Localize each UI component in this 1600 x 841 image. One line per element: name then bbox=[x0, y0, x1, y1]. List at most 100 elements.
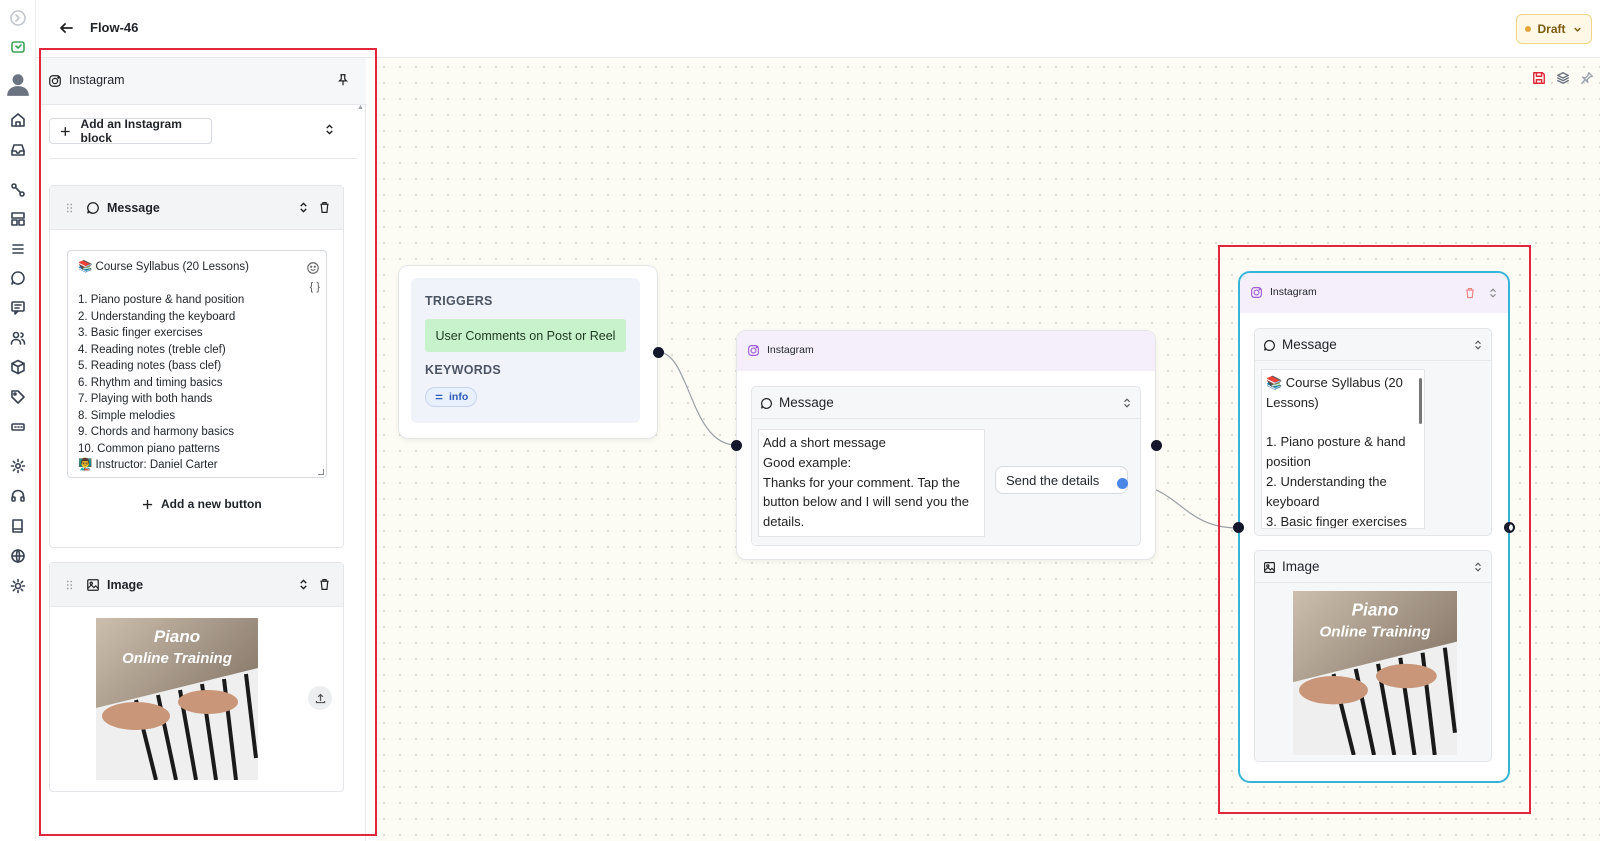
message-line: 📚 Course Syllabus (20 bbox=[1266, 375, 1403, 390]
chevron-up-down-icon[interactable] bbox=[1122, 398, 1132, 408]
inbox-icon[interactable] bbox=[8, 140, 28, 160]
message-line: 5. Reading notes (bass clef) bbox=[78, 360, 222, 372]
arrow-left-icon[interactable] bbox=[58, 20, 76, 38]
add-new-button[interactable]: Add a new button bbox=[142, 497, 262, 511]
keyword-badge[interactable]: info bbox=[425, 387, 478, 407]
trash-icon[interactable] bbox=[318, 201, 331, 214]
chevron-up-down-icon[interactable] bbox=[298, 202, 309, 213]
avatar[interactable] bbox=[4, 70, 32, 98]
layers-icon[interactable] bbox=[1556, 71, 1570, 85]
keywords-label: KEYWORDS bbox=[425, 363, 502, 377]
list-icon[interactable] bbox=[8, 239, 28, 259]
send-details-button[interactable]: Send the details bbox=[995, 466, 1128, 494]
trash-icon[interactable] bbox=[1464, 287, 1476, 299]
message-line: button below and I will send you the bbox=[763, 494, 969, 510]
scroll-up-arrow[interactable]: ▲ bbox=[357, 104, 364, 111]
right-output-port[interactable] bbox=[1504, 522, 1515, 533]
middle-output-port[interactable] bbox=[1151, 440, 1162, 451]
collapse-icon[interactable] bbox=[8, 8, 28, 28]
instagram-icon bbox=[49, 75, 61, 87]
chevron-up-down-icon[interactable] bbox=[1473, 562, 1483, 572]
chat-icon[interactable] bbox=[8, 268, 28, 288]
node-title: Instagram bbox=[767, 344, 814, 356]
message-line: Thanks for your comment. Tap the bbox=[763, 474, 961, 490]
trigger-output-port[interactable] bbox=[653, 347, 664, 358]
message-icon bbox=[1264, 340, 1275, 351]
chevron-up-down-icon[interactable] bbox=[1488, 288, 1498, 298]
image-icon bbox=[87, 579, 99, 591]
message-line: 2. Understanding the keyboard bbox=[78, 310, 236, 323]
canvas-toolbar bbox=[1532, 71, 1594, 85]
block-editor-panel: Instagram ▲ Add an Instagram block Messa… bbox=[40, 58, 366, 841]
message-line: 8. Simple melodies bbox=[78, 409, 176, 422]
message-line: 2. Understanding the bbox=[1266, 473, 1387, 489]
trigger-value[interactable]: User Comments on Post or Reel bbox=[425, 319, 626, 352]
save-icon[interactable] bbox=[1532, 71, 1546, 85]
headset-icon[interactable] bbox=[8, 486, 28, 506]
message-line: 4. Reading notes (treble clef) bbox=[78, 343, 226, 356]
comments-icon[interactable] bbox=[8, 298, 28, 318]
message-line: Lessons) bbox=[1266, 394, 1319, 410]
variables-button[interactable]: { } bbox=[310, 279, 320, 296]
image-caption-1: Piano bbox=[1352, 599, 1399, 619]
right-input-port[interactable] bbox=[1233, 522, 1244, 533]
chevron-up-down-icon[interactable] bbox=[298, 579, 309, 590]
message-line: 1. Piano posture & hand bbox=[1266, 434, 1406, 450]
message-line: Good example: bbox=[763, 454, 852, 470]
flow-logo-icon[interactable] bbox=[8, 38, 28, 58]
plus-icon bbox=[142, 499, 153, 509]
drag-handle-icon[interactable] bbox=[66, 579, 73, 591]
upload-icon[interactable] bbox=[308, 686, 332, 710]
drag-handle-icon[interactable] bbox=[66, 202, 73, 214]
chevron-up-down-icon[interactable] bbox=[1473, 340, 1483, 350]
message-line: 6. Rhythm and timing basics bbox=[78, 376, 223, 389]
image-caption-2: Online Training bbox=[1320, 624, 1432, 641]
settings-icon[interactable] bbox=[8, 456, 28, 476]
book-icon[interactable] bbox=[8, 516, 28, 536]
message-preview: Add a short message Good example: Thanks… bbox=[758, 429, 985, 537]
message-block[interactable]: Message Add a short message Good example… bbox=[751, 386, 1141, 546]
trash-icon[interactable] bbox=[318, 578, 331, 591]
resize-handle[interactable] bbox=[318, 469, 324, 475]
piano-thumbnail: Piano Online Training bbox=[96, 618, 258, 780]
message-block-header: Message bbox=[50, 186, 343, 230]
pin-icon[interactable] bbox=[1580, 71, 1594, 85]
message-block[interactable]: Message 📚 Course Syllabus (20 Lessons) 1… bbox=[1254, 328, 1492, 536]
tag-icon[interactable] bbox=[8, 387, 28, 407]
sun-icon[interactable] bbox=[8, 576, 28, 596]
home-icon[interactable] bbox=[8, 110, 28, 130]
scrollbar[interactable] bbox=[1419, 378, 1422, 424]
contacts-icon[interactable] bbox=[8, 328, 28, 348]
package-icon[interactable] bbox=[8, 357, 28, 377]
trigger-card: TRIGGERS User Comments on Post or Reel K… bbox=[411, 278, 640, 423]
message-line: 3. Basic finger exercises bbox=[1266, 513, 1407, 529]
image-caption-1: Piano bbox=[154, 627, 200, 646]
panel-header: Instagram bbox=[40, 58, 366, 105]
instagram-node-right[interactable]: Instagram Message 📚 Course Syllabus (20 … bbox=[1238, 271, 1510, 783]
message-block-header: Message bbox=[752, 387, 1140, 419]
plus-icon bbox=[60, 126, 70, 136]
status-dropdown[interactable]: Draft bbox=[1516, 14, 1592, 44]
message-textarea[interactable]: 📚 Course Syllabus (20 Lessons) 1. Piano … bbox=[67, 250, 327, 478]
globe-icon[interactable] bbox=[8, 546, 28, 566]
triggers-label: TRIGGERS bbox=[425, 294, 493, 308]
emoji-icon[interactable] bbox=[306, 261, 320, 275]
message-block-header: Message bbox=[1255, 329, 1491, 361]
layout-icon[interactable] bbox=[8, 209, 28, 229]
image-block-editor[interactable]: Image Piano Online Training bbox=[49, 562, 344, 792]
add-button-label: Add a new button bbox=[161, 497, 262, 511]
add-instagram-block-button[interactable]: Add an Instagram block bbox=[49, 117, 212, 145]
button-label: Send the details bbox=[1006, 472, 1100, 488]
pin-icon[interactable] bbox=[336, 73, 350, 87]
flows-icon[interactable] bbox=[8, 180, 28, 200]
trigger-node[interactable]: TRIGGERS User Comments on Post or Reel K… bbox=[398, 265, 658, 439]
ticket-icon[interactable] bbox=[8, 417, 28, 437]
chevron-up-down-icon[interactable] bbox=[324, 124, 335, 135]
instagram-node-middle[interactable]: Instagram Message Add a short message Go… bbox=[736, 330, 1156, 560]
button-output-port[interactable] bbox=[1117, 478, 1128, 489]
middle-input-port[interactable] bbox=[731, 440, 742, 451]
message-title: Message bbox=[1282, 337, 1337, 352]
message-icon bbox=[87, 202, 99, 214]
image-block[interactable]: Image Piano Online Training bbox=[1254, 550, 1492, 762]
message-block-editor[interactable]: Message 📚 Course Syllabus (20 Lessons) 1… bbox=[49, 185, 344, 548]
